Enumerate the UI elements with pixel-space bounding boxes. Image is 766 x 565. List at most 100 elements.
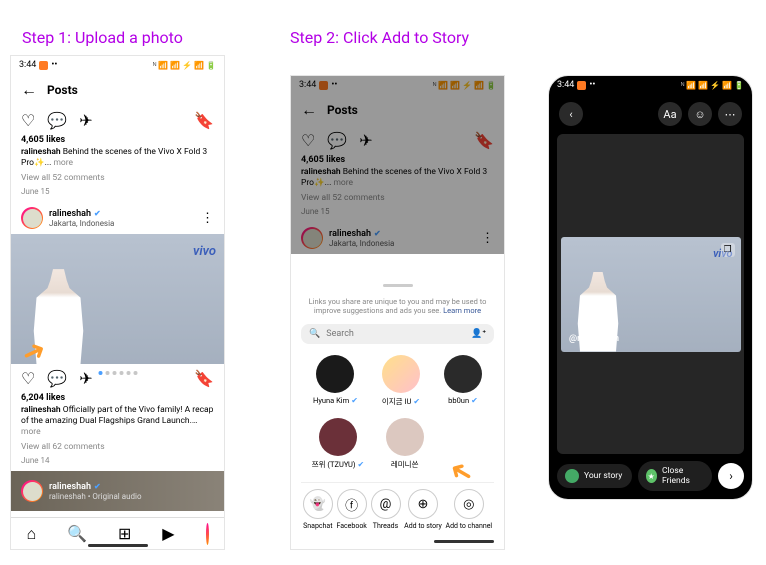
profile-name[interactable]: ralineshah✔ (49, 209, 195, 219)
status-time: 3:44 (557, 80, 574, 90)
friend-item[interactable]: bb0un✔ (444, 355, 482, 407)
bookmark-icon[interactable]: 🔖 (194, 369, 214, 388)
your-story-button[interactable]: Your story (557, 464, 632, 488)
learn-more-link[interactable]: Learn more (443, 306, 481, 315)
profile-row[interactable]: ralineshah✔ Jakarta, Indonesia ⋮ (11, 202, 224, 234)
post-actions-row: ♡ 💬 ✈ 🔖 (11, 106, 224, 135)
more-link-2[interactable]: more (21, 427, 41, 437)
your-story-avatar-icon (565, 469, 579, 483)
back-arrow-icon[interactable]: ← (21, 80, 37, 100)
friend-item[interactable]: 레미니쓴 (386, 418, 424, 470)
verified-icon: ✔ (94, 209, 101, 218)
status-icons: ᴺ 📶 📶 ⚡ 📶 🔋 (681, 81, 744, 90)
likes-count-2[interactable]: 6,204 likes (11, 393, 224, 403)
vivo-brand-text: vivo (193, 244, 216, 259)
create-icon[interactable]: ⊞ (118, 524, 131, 543)
close-friends-button[interactable]: ★Close Friends (638, 461, 713, 491)
close-friends-star-icon: ★ (646, 469, 657, 483)
story-editor-header: ‹ Aa ☺ ⋯ (549, 94, 752, 134)
share-icon[interactable]: ✈ (79, 111, 92, 130)
share-sheet: Links you share are unique to you and ma… (291, 276, 504, 549)
status-app-icon (577, 81, 586, 90)
friend-item[interactable]: 쯔위 (TZUYU)✔ (312, 418, 364, 470)
posts-header: ← Posts (11, 74, 224, 106)
threads-icon: @ (371, 489, 401, 519)
post-date: June 15 (11, 185, 224, 202)
profile-location[interactable]: Jakarta, Indonesia (49, 219, 195, 228)
next-button[interactable]: › (718, 463, 744, 489)
search-nav-icon[interactable]: 🔍 (67, 524, 87, 543)
status-dots: •• (589, 80, 595, 90)
text-tool-icon[interactable]: Aa (658, 102, 682, 126)
view-comments-link-2[interactable]: View all 62 comments (11, 440, 224, 454)
reel-avatar[interactable] (21, 480, 43, 502)
friends-row-1: Hyuna Kim✔ 이지금 IU✔ bb0un✔ (301, 352, 494, 415)
view-comments-link[interactable]: View all 52 comments (11, 171, 224, 185)
like-icon[interactable]: ♡ (21, 111, 35, 130)
reel-profile-name: ralineshah (49, 482, 91, 492)
facebook-icon: ⓕ (337, 489, 367, 519)
share-targets-row: 👻Snapchat ⓕFacebook @Threads ⊕Add to sto… (301, 482, 494, 538)
share-threads[interactable]: @Threads (371, 489, 401, 530)
snapchat-icon: 👻 (303, 489, 333, 519)
share-add-to-channel[interactable]: ◎Add to channel (446, 489, 493, 530)
search-icon: 🔍 (309, 329, 320, 339)
add-channel-icon: ◎ (454, 489, 484, 519)
caption-username[interactable]: ralineshah (21, 147, 61, 157)
step-1-label: Step 1: Upload a photo (22, 28, 183, 47)
status-icons: ᴺ 📶 📶 ⚡ 📶 🔋 (153, 61, 216, 70)
more-link[interactable]: more (53, 158, 73, 168)
search-box[interactable]: 🔍 👤⁺ (301, 324, 494, 344)
audio-label[interactable]: ralineshah • Original audio (49, 492, 214, 501)
comment-icon[interactable]: 💬 (47, 369, 67, 388)
home-icon[interactable]: ⌂ (26, 524, 36, 544)
post-caption: ralineshah Behind the scenes of the Vivo… (11, 145, 224, 171)
friend-item[interactable]: Hyuna Kim✔ (313, 355, 358, 407)
add-story-icon: ⊕ (408, 489, 438, 519)
home-indicator (88, 544, 148, 547)
sticker-tool-icon[interactable]: ☺ (688, 102, 712, 126)
verified-icon: ✔ (94, 482, 101, 491)
caption-username-2[interactable]: ralineshah (21, 405, 61, 415)
likes-count[interactable]: 4,605 likes (11, 135, 224, 145)
posts-title: Posts (47, 83, 78, 97)
person-figure (31, 269, 86, 364)
friends-row-2: 쯔위 (TZUYU)✔ 레미니쓴 x (301, 415, 494, 478)
status-bar-dark: 3:44 •• ᴺ 📶 📶 ⚡ 📶 🔋 (549, 76, 752, 94)
profile-nav-icon[interactable] (206, 524, 209, 543)
post-image[interactable]: vivo (11, 234, 224, 364)
post-menu-icon[interactable]: ⋮ (201, 211, 214, 226)
phone-screenshot-3: 3:44 •• ᴺ 📶 📶 ⚡ 📶 🔋 ‹ Aa ☺ ⋯ vivo ❐ @rali… (548, 75, 753, 500)
step-2-label: Step 2: Click Add to Story (290, 28, 469, 47)
home-indicator (434, 540, 494, 543)
avatar[interactable] (21, 207, 43, 229)
story-back-icon[interactable]: ‹ (559, 102, 583, 126)
post-date-2: June 14 (11, 454, 224, 471)
share-icon[interactable]: ✈ (79, 369, 92, 388)
carousel-indicator (98, 367, 137, 379)
share-add-to-story[interactable]: ⊕Add to story (404, 489, 442, 530)
comment-icon[interactable]: 💬 (47, 111, 67, 130)
status-dots: •• (51, 60, 57, 70)
status-bar: 3:44 •• ᴺ 📶 📶 ⚡ 📶 🔋 (11, 56, 224, 74)
post-caption-2: ralineshah Officially part of the Vivo f… (11, 403, 224, 440)
reel-preview[interactable]: ralineshah✔ ralineshah • Original audio (11, 471, 224, 511)
story-username-tag[interactable]: @ralineshah (569, 334, 619, 344)
reels-icon[interactable]: ▶ (162, 524, 174, 543)
status-app-icon (39, 61, 48, 70)
search-input[interactable] (326, 329, 465, 339)
like-icon[interactable]: ♡ (21, 369, 35, 388)
share-snapchat[interactable]: 👻Snapchat (303, 489, 333, 530)
friend-item[interactable]: 이지금 IU✔ (382, 355, 420, 407)
modal-overlay[interactable] (291, 76, 504, 254)
sheet-handle[interactable] (383, 284, 413, 287)
story-canvas[interactable]: vivo ❐ @ralineshah (557, 134, 744, 454)
carousel-stack-icon: ❐ (721, 243, 735, 257)
add-person-icon[interactable]: 👤⁺ (471, 329, 486, 339)
share-facebook[interactable]: ⓕFacebook (336, 489, 366, 530)
story-post-bar: Your story ★Close Friends › (557, 461, 744, 491)
bookmark-icon[interactable]: 🔖 (194, 111, 214, 130)
more-tools-icon[interactable]: ⋯ (718, 102, 742, 126)
phone-screenshot-2: 3:44•• ᴺ 📶 📶 ⚡ 📶 🔋 ← Posts ♡ 💬 ✈ 🔖 4,605… (290, 75, 505, 550)
status-time: 3:44 (19, 60, 36, 70)
